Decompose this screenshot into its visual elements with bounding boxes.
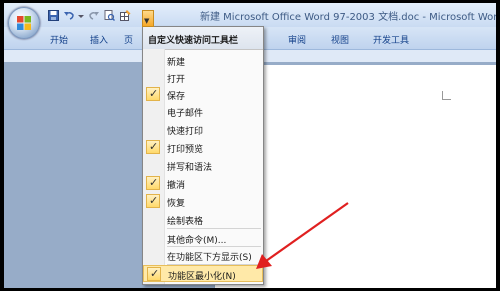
- menu-header: 自定义快速访问工具栏: [143, 27, 263, 50]
- menu-item-label: 打印预览: [167, 145, 204, 155]
- title-bar: 新建 Microsoft Office Word 97-2003 文档.doc …: [4, 3, 496, 27]
- customize-qat-menu: 自定义快速访问工具栏 新建 打开 ✓ 保存 电子邮件 快速打印 ✓ 打印预览 拼…: [142, 26, 264, 285]
- menu-item-label: 绘制表格: [167, 217, 204, 227]
- menu-item-redo[interactable]: ✓ 恢复: [143, 193, 263, 210]
- menu-item-label: 恢复: [167, 199, 186, 209]
- menu-item-label: 打开: [167, 75, 186, 85]
- window-title: 新建 Microsoft Office Word 97-2003 文档.doc …: [200, 12, 496, 23]
- checkmark-icon: ✓: [146, 87, 160, 101]
- menu-item-open[interactable]: 打开: [143, 69, 263, 86]
- menu-item-label: 拼写和语法: [167, 163, 213, 173]
- tab-page-layout[interactable]: 页: [124, 33, 133, 46]
- menu-separator: [167, 228, 261, 229]
- tab-review[interactable]: 审阅: [288, 33, 306, 46]
- menu-item-quick-print[interactable]: 快速打印: [143, 121, 263, 138]
- menu-item-label: 功能区最小化(N): [168, 272, 236, 282]
- menu-item-show-below-ribbon[interactable]: 在功能区下方显示(S): [143, 247, 263, 264]
- page-margin-mark: [442, 91, 451, 100]
- tab-developer[interactable]: 开发工具: [373, 33, 409, 46]
- checkmark-icon: ✓: [146, 140, 160, 154]
- menu-item-undo[interactable]: ✓ 撤消: [143, 175, 263, 192]
- word-window: 新建 Microsoft Office Word 97-2003 文档.doc …: [4, 3, 496, 288]
- checkmark-icon: ✓: [146, 176, 160, 190]
- save-icon[interactable]: [48, 10, 59, 21]
- office-button[interactable]: [8, 7, 40, 39]
- tab-view[interactable]: 视图: [331, 33, 349, 46]
- office-logo-icon: [17, 16, 31, 30]
- menu-item-label: 保存: [167, 92, 186, 102]
- redo-icon[interactable]: [88, 10, 99, 21]
- customize-qat-dropdown-button[interactable]: ▼: [142, 10, 154, 27]
- menu-item-label: 撤消: [167, 181, 186, 191]
- menu-item-label: 在功能区下方显示(S): [167, 253, 252, 263]
- menu-item-print-preview[interactable]: ✓ 打印预览: [143, 139, 263, 156]
- menu-item-label: 电子邮件: [167, 109, 204, 119]
- draw-table-icon[interactable]: [120, 10, 131, 21]
- menu-item-label: 新建: [167, 58, 186, 68]
- menu-item-save[interactable]: ✓ 保存: [143, 86, 263, 103]
- menu-item-more-commands[interactable]: 其他命令(M)...: [143, 230, 263, 247]
- menu-item-label: 快速打印: [167, 127, 204, 137]
- checkmark-icon: ✓: [146, 194, 160, 208]
- menu-item-email[interactable]: 电子邮件: [143, 103, 263, 120]
- print-preview-icon[interactable]: [104, 10, 115, 21]
- tab-insert[interactable]: 插入: [90, 33, 108, 46]
- checkmark-icon: ✓: [147, 267, 161, 281]
- menu-header-label: 自定义快速访问工具栏: [148, 36, 239, 46]
- menu-item-minimize-ribbon[interactable]: ✓ 功能区最小化(N): [143, 265, 263, 282]
- menu-item-new[interactable]: 新建: [143, 52, 263, 69]
- menu-item-spelling-grammar[interactable]: 拼写和语法: [143, 157, 263, 174]
- chevron-down-icon: ▼: [144, 17, 150, 25]
- menu-item-label: 其他命令(M)...: [167, 236, 227, 246]
- undo-icon[interactable]: [64, 10, 75, 21]
- tab-home[interactable]: 开始: [50, 33, 68, 46]
- menu-item-draw-table[interactable]: 绘制表格: [143, 211, 263, 228]
- undo-dropdown-icon[interactable]: [78, 10, 84, 21]
